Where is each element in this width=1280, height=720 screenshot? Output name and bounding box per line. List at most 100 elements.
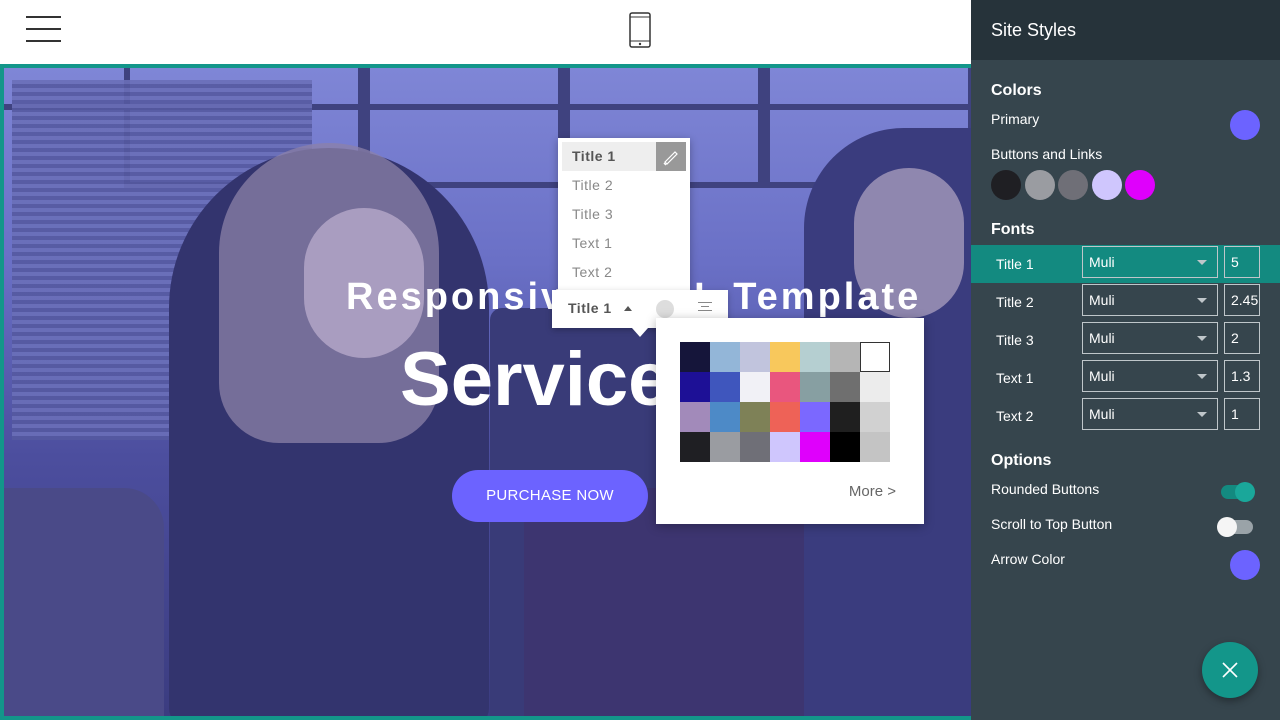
- font-size-input[interactable]: 5: [1224, 246, 1260, 278]
- color-swatch[interactable]: [740, 342, 770, 372]
- title-style-dropdown[interactable]: Title 1: [568, 300, 612, 316]
- color-swatch[interactable]: [680, 342, 710, 372]
- font-size-input[interactable]: 1.3: [1224, 360, 1260, 392]
- scroll-to-top-toggle[interactable]: [1217, 517, 1253, 537]
- font-row-title-2: Title 2 Muli 2.45: [971, 283, 1280, 321]
- title-menu-item[interactable]: Title 1: [562, 142, 686, 171]
- font-row-text-1: Text 1 Muli 1.3: [971, 359, 1280, 397]
- scroll-top-label: Scroll to Top Button: [991, 516, 1113, 532]
- fonts-heading: Fonts: [991, 221, 1035, 238]
- align-center-icon[interactable]: [698, 302, 712, 316]
- title-menu-item-label: Title 1: [572, 148, 616, 164]
- color-swatch[interactable]: [770, 342, 800, 372]
- font-row-label: Text 2: [996, 408, 1034, 424]
- chevron-down-icon: [1197, 412, 1207, 417]
- color-swatch[interactable]: [830, 342, 860, 372]
- font-size-input[interactable]: 2.45: [1224, 284, 1260, 316]
- color-swatch[interactable]: [800, 432, 830, 462]
- color-swatch[interactable]: [860, 372, 890, 402]
- more-colors-link[interactable]: More >: [849, 483, 896, 500]
- font-family-value: Muli: [1089, 254, 1115, 270]
- primary-color-label: Primary: [991, 111, 1040, 127]
- font-size-input[interactable]: 2: [1224, 322, 1260, 354]
- button-color-swatch[interactable]: [1091, 170, 1122, 200]
- mobile-phone-icon[interactable]: [629, 12, 651, 48]
- color-swatch[interactable]: [680, 402, 710, 432]
- chevron-down-icon: [1197, 298, 1207, 303]
- color-swatch[interactable]: [830, 402, 860, 432]
- font-row-label: Title 1: [996, 256, 1034, 272]
- buttons-links-label: Buttons and Links: [991, 146, 1103, 162]
- color-swatch[interactable]: [800, 372, 830, 402]
- font-family-select[interactable]: Muli: [1082, 360, 1218, 392]
- color-swatch[interactable]: [710, 372, 740, 402]
- color-swatch[interactable]: [860, 432, 890, 462]
- rounded-buttons-label: Rounded Buttons: [991, 481, 1100, 497]
- font-family-select[interactable]: Muli: [1082, 284, 1218, 316]
- primary-color-swatch[interactable]: [1230, 110, 1260, 140]
- color-swatch[interactable]: [740, 402, 770, 432]
- font-row-label: Title 2: [996, 294, 1034, 310]
- close-panel-button[interactable]: [1202, 642, 1258, 698]
- editor-topbar: [0, 0, 971, 64]
- colors-heading: Colors: [991, 82, 1042, 99]
- background-chair: [4, 488, 164, 716]
- color-swatch[interactable]: [710, 402, 740, 432]
- font-family-select[interactable]: Muli: [1082, 322, 1218, 354]
- color-swatch[interactable]: [710, 432, 740, 462]
- purchase-now-button[interactable]: PURCHASE NOW: [452, 470, 648, 522]
- title-menu-item[interactable]: Title 3: [558, 200, 690, 229]
- rounded-buttons-toggle[interactable]: [1221, 482, 1255, 502]
- font-row-text-2: Text 2 Muli 1: [971, 397, 1280, 435]
- color-swatch[interactable]: [710, 342, 740, 372]
- color-swatch[interactable]: [740, 432, 770, 462]
- color-swatch[interactable]: [860, 342, 890, 372]
- font-family-value: Muli: [1089, 368, 1115, 384]
- font-size-input[interactable]: 1: [1224, 398, 1260, 430]
- site-styles-panel: Site Styles Colors Primary Buttons and L…: [971, 0, 1280, 720]
- toggle-knob: [1217, 517, 1237, 537]
- font-row-title-3: Title 3 Muli 2: [971, 321, 1280, 359]
- toggle-knob: [1235, 482, 1255, 502]
- text-color-button[interactable]: [656, 300, 674, 318]
- button-color-swatch[interactable]: [1024, 170, 1055, 200]
- caret-up-icon[interactable]: [624, 306, 632, 311]
- panel-title: Site Styles: [971, 0, 1280, 60]
- color-picker-popup: More >: [656, 318, 924, 524]
- title-menu-item[interactable]: Text 1: [558, 229, 690, 258]
- color-swatch[interactable]: [830, 372, 860, 402]
- button-color-swatch[interactable]: [991, 170, 1021, 200]
- font-family-value: Muli: [1089, 406, 1115, 422]
- button-color-swatch[interactable]: [1058, 170, 1088, 200]
- color-swatch[interactable]: [740, 372, 770, 402]
- font-family-select[interactable]: Muli: [1082, 246, 1218, 278]
- arrow-color-label: Arrow Color: [991, 551, 1065, 567]
- color-swatch[interactable]: [680, 372, 710, 402]
- color-swatch[interactable]: [800, 402, 830, 432]
- color-swatch[interactable]: [770, 372, 800, 402]
- font-row-label: Text 1: [996, 370, 1034, 386]
- chevron-down-icon: [1197, 374, 1207, 379]
- brush-icon[interactable]: [656, 142, 686, 171]
- color-swatch[interactable]: [770, 402, 800, 432]
- hamburger-icon[interactable]: [26, 16, 61, 42]
- title-style-menu: Title 1 Title 2 Title 3 Text 1 Text 2: [558, 138, 690, 292]
- color-swatch[interactable]: [770, 432, 800, 462]
- close-icon: [1222, 662, 1238, 678]
- color-swatch[interactable]: [860, 402, 890, 432]
- color-swatch[interactable]: [800, 342, 830, 372]
- color-swatch-grid: [680, 342, 890, 462]
- title-menu-item[interactable]: Title 2: [558, 171, 690, 200]
- options-heading: Options: [991, 452, 1052, 469]
- chevron-down-icon: [1197, 336, 1207, 341]
- font-family-select[interactable]: Muli: [1082, 398, 1218, 430]
- font-family-value: Muli: [1089, 330, 1115, 346]
- color-swatch[interactable]: [680, 432, 710, 462]
- toolbar-pointer: [632, 328, 648, 337]
- chevron-down-icon: [1197, 260, 1207, 265]
- font-family-value: Muli: [1089, 292, 1115, 308]
- button-color-swatch[interactable]: [1125, 170, 1155, 200]
- arrow-color-swatch[interactable]: [1230, 550, 1260, 580]
- title-menu-item[interactable]: Text 2: [558, 258, 690, 287]
- color-swatch[interactable]: [830, 432, 860, 462]
